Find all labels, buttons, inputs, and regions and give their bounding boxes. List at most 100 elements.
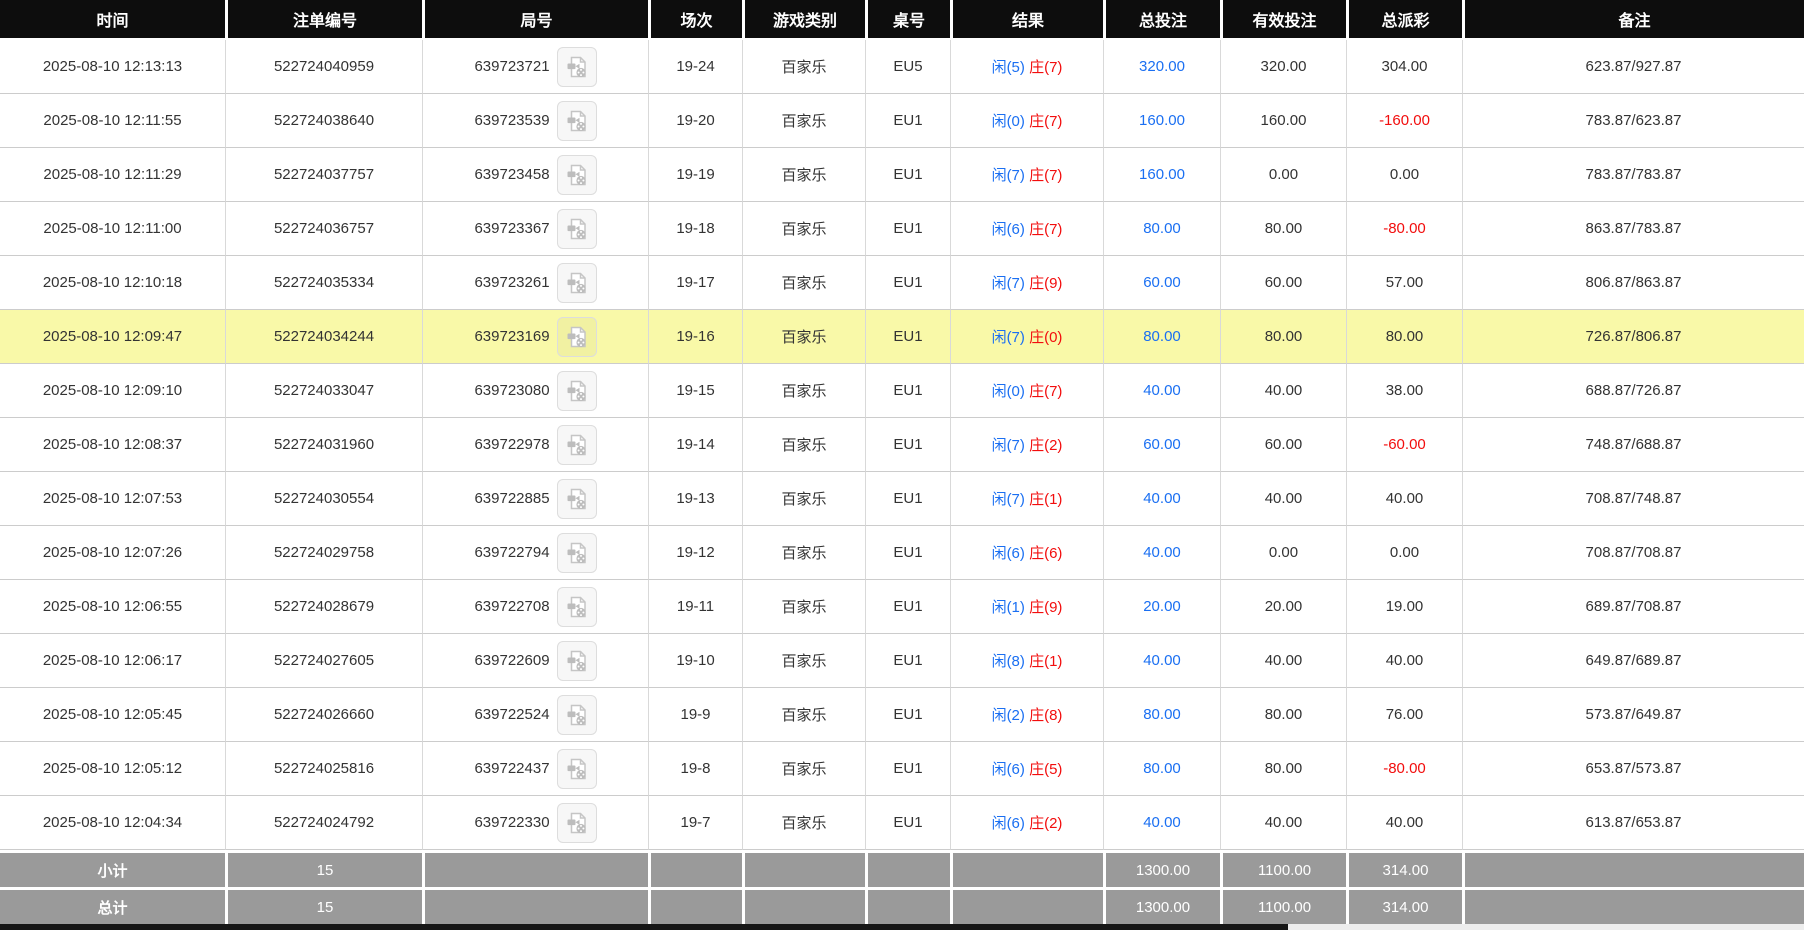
video-replay-button[interactable] <box>556 208 597 249</box>
cell-remark: 863.87/783.87 <box>1462 202 1804 256</box>
result-player: 闲(6) <box>991 815 1025 832</box>
table-row[interactable]: 2025-08-10 12:13:13 522724040959 6397237… <box>0 40 1804 94</box>
table-footer: 小计 15 1300.00 1100.00 314.00 总计 15 1300.… <box>0 850 1804 924</box>
subtotal-empty-cell <box>1462 850 1804 887</box>
video-replay-icon <box>567 758 586 779</box>
cell-time: 2025-08-10 12:11:00 <box>0 202 225 256</box>
column-header-remark: 备注 <box>1462 0 1804 40</box>
horizontal-scrollbar-thumb[interactable] <box>0 924 1288 930</box>
cell-round-id: 639722978 <box>422 418 648 472</box>
round-id-value: 639722885 <box>474 490 550 507</box>
cell-remark: 649.87/689.87 <box>1462 634 1804 688</box>
column-header-table_no: 桌号 <box>865 0 950 40</box>
cell-remark: 806.87/863.87 <box>1462 256 1804 310</box>
table-row[interactable]: 2025-08-10 12:11:00 522724036757 6397233… <box>0 202 1804 256</box>
video-replay-icon <box>567 272 586 293</box>
video-replay-button[interactable] <box>556 478 597 519</box>
result-banker: 庄(0) <box>1029 329 1063 346</box>
cell-payout: 0.00 <box>1346 526 1462 580</box>
cell-time: 2025-08-10 12:06:17 <box>0 634 225 688</box>
cell-bet-id: 522724040959 <box>225 40 422 94</box>
cell-game-type: 百家乐 <box>742 472 865 526</box>
video-replay-button[interactable] <box>556 694 597 735</box>
cell-time: 2025-08-10 12:09:10 <box>0 364 225 418</box>
cell-table-no: EU1 <box>865 94 950 148</box>
video-replay-button[interactable] <box>556 316 597 357</box>
table-row[interactable]: 2025-08-10 12:06:17 522724027605 6397226… <box>0 634 1804 688</box>
result-banker: 庄(6) <box>1029 545 1063 562</box>
video-replay-button[interactable] <box>556 154 597 195</box>
cell-table-no: EU1 <box>865 580 950 634</box>
cell-bet-id: 522724028679 <box>225 580 422 634</box>
cell-bet-id: 522724024792 <box>225 796 422 850</box>
video-replay-button[interactable] <box>556 424 597 465</box>
round-id-value: 639723080 <box>474 382 550 399</box>
cell-round-id: 639722609 <box>422 634 648 688</box>
video-replay-button[interactable] <box>556 262 597 303</box>
cell-total-bet: 320.00 <box>1103 40 1220 94</box>
column-header-bet_id: 注单编号 <box>225 0 422 40</box>
result-banker: 庄(7) <box>1029 113 1063 130</box>
cell-valid-bet: 0.00 <box>1220 148 1346 202</box>
cell-session: 19-17 <box>648 256 742 310</box>
cell-total-bet: 40.00 <box>1103 796 1220 850</box>
cell-total-bet: 160.00 <box>1103 94 1220 148</box>
table-row[interactable]: 2025-08-10 12:09:47 522724034244 6397231… <box>0 310 1804 364</box>
video-replay-button[interactable] <box>556 802 597 843</box>
table-row[interactable]: 2025-08-10 12:08:37 522724031960 6397229… <box>0 418 1804 472</box>
cell-table-no: EU1 <box>865 148 950 202</box>
table-row[interactable]: 2025-08-10 12:05:45 522724026660 6397225… <box>0 688 1804 742</box>
table-row[interactable]: 2025-08-10 12:10:18 522724035334 6397232… <box>0 256 1804 310</box>
cell-round-id: 639723169 <box>422 310 648 364</box>
cell-remark: 748.87/688.87 <box>1462 418 1804 472</box>
round-id-value: 639723367 <box>474 220 550 237</box>
table-row[interactable]: 2025-08-10 12:11:29 522724037757 6397234… <box>0 148 1804 202</box>
video-replay-button[interactable] <box>556 532 597 573</box>
result-player: 闲(8) <box>991 653 1025 670</box>
table-row[interactable]: 2025-08-10 12:11:55 522724038640 6397235… <box>0 94 1804 148</box>
result-player: 闲(6) <box>991 221 1025 238</box>
subtotal-row: 小计 15 1300.00 1100.00 314.00 <box>0 850 1804 887</box>
cell-remark: 783.87/783.87 <box>1462 148 1804 202</box>
round-id-value: 639722524 <box>474 706 550 723</box>
table-row[interactable]: 2025-08-10 12:09:10 522724033047 6397230… <box>0 364 1804 418</box>
cell-session: 19-24 <box>648 40 742 94</box>
subtotal-empty-cell <box>648 850 742 887</box>
cell-table-no: EU1 <box>865 256 950 310</box>
table-row[interactable]: 2025-08-10 12:07:26 522724029758 6397227… <box>0 526 1804 580</box>
cell-valid-bet: 80.00 <box>1220 202 1346 256</box>
cell-remark: 726.87/806.87 <box>1462 310 1804 364</box>
cell-valid-bet: 40.00 <box>1220 796 1346 850</box>
result-player: 闲(6) <box>991 545 1025 562</box>
video-replay-icon <box>567 56 586 77</box>
video-replay-button[interactable] <box>556 640 597 681</box>
cell-table-no: EU1 <box>865 418 950 472</box>
header-row: 时间 注单编号 局号 场次 游戏类别 桌号 结果 总投注 有效投注 总派彩 备注 <box>0 0 1804 40</box>
cell-payout: 57.00 <box>1346 256 1462 310</box>
table-row[interactable]: 2025-08-10 12:06:55 522724028679 6397227… <box>0 580 1804 634</box>
video-replay-button[interactable] <box>556 370 597 411</box>
video-replay-button[interactable] <box>556 100 597 141</box>
cell-session: 19-15 <box>648 364 742 418</box>
grand-total-count: 15 <box>225 887 422 924</box>
cell-game-type: 百家乐 <box>742 40 865 94</box>
cell-payout: -80.00 <box>1346 742 1462 796</box>
video-replay-button[interactable] <box>556 46 597 87</box>
table-row[interactable]: 2025-08-10 12:04:34 522724024792 6397223… <box>0 796 1804 850</box>
table-row[interactable]: 2025-08-10 12:05:12 522724025816 6397224… <box>0 742 1804 796</box>
cell-session: 19-12 <box>648 526 742 580</box>
cell-table-no: EU1 <box>865 796 950 850</box>
video-replay-icon <box>567 110 586 131</box>
grand-total-row: 总计 15 1300.00 1100.00 314.00 <box>0 887 1804 924</box>
table-row[interactable]: 2025-08-10 12:07:53 522724030554 6397228… <box>0 472 1804 526</box>
cell-time: 2025-08-10 12:13:13 <box>0 40 225 94</box>
horizontal-scrollbar-track[interactable] <box>0 924 1804 930</box>
cell-payout: 40.00 <box>1346 796 1462 850</box>
cell-bet-id: 522724033047 <box>225 364 422 418</box>
result-player: 闲(2) <box>991 707 1025 724</box>
cell-game-type: 百家乐 <box>742 580 865 634</box>
cell-payout: -80.00 <box>1346 202 1462 256</box>
video-replay-button[interactable] <box>556 586 597 627</box>
video-replay-button[interactable] <box>556 748 597 789</box>
grand-total-empty-cell <box>648 887 742 924</box>
